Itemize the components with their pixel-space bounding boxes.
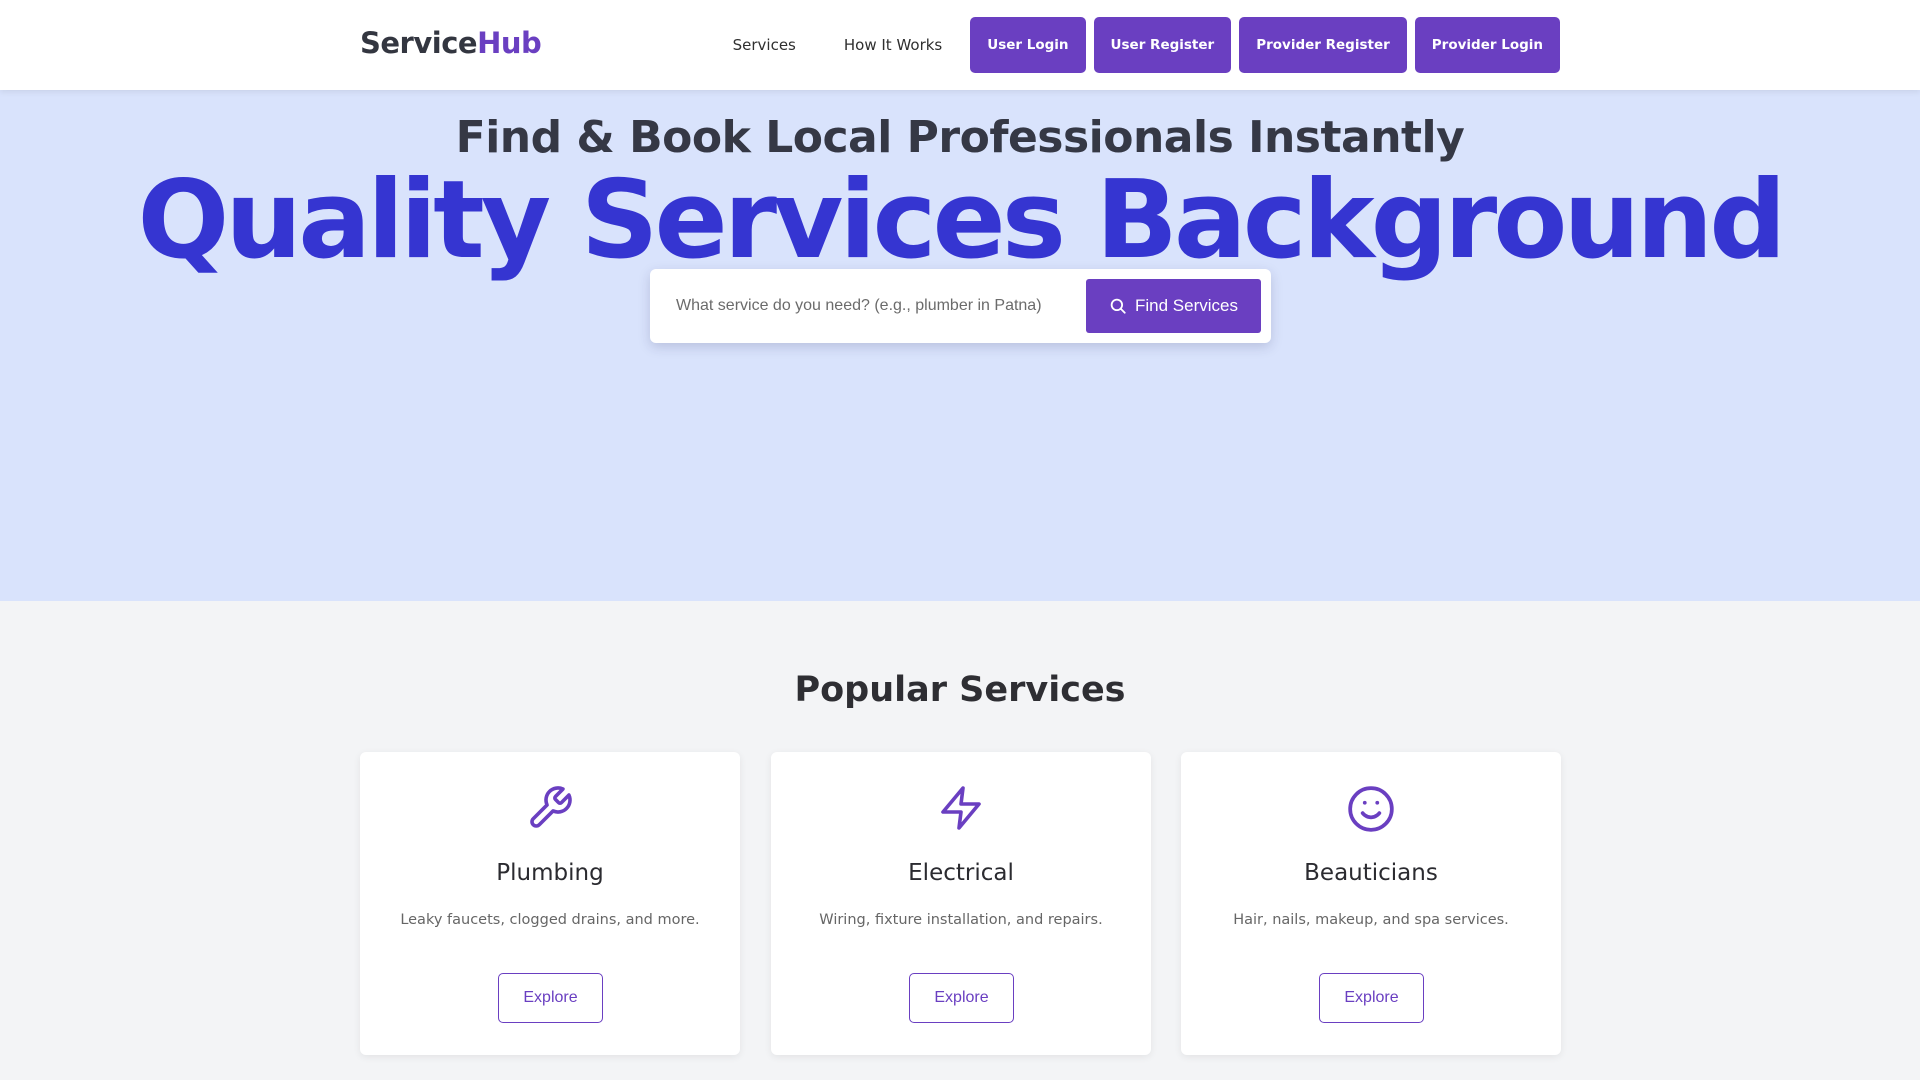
- hero-title: Quality Services Background: [137, 158, 1787, 283]
- provider-login-button[interactable]: Provider Login: [1414, 17, 1560, 73]
- service-card-plumbing: Plumbing Leaky faucets, clogged drains, …: [360, 752, 740, 1055]
- logo[interactable]: ServiceHub: [360, 26, 542, 60]
- logo-part-hub: Hub: [477, 26, 542, 60]
- nav-link-how-it-works[interactable]: How It Works: [824, 17, 962, 73]
- search-input[interactable]: [660, 279, 1080, 333]
- user-register-button[interactable]: User Register: [1093, 17, 1232, 73]
- card-description: Wiring, fixture installation, and repair…: [819, 912, 1103, 928]
- search-icon: [1110, 298, 1126, 314]
- explore-beauticians-button[interactable]: Explore: [1319, 973, 1424, 1023]
- find-services-label: Find Services: [1135, 296, 1238, 315]
- nav-link-services[interactable]: Services: [713, 17, 816, 73]
- provider-register-button[interactable]: Provider Register: [1239, 17, 1407, 73]
- popular-services-title: Popular Services: [794, 670, 1126, 710]
- main-nav: Services How It Works User Login User Re…: [713, 17, 1560, 73]
- service-card-beauticians: Beauticians Hair, nails, makeup, and spa…: [1181, 752, 1561, 1055]
- card-description: Leaky faucets, clogged drains, and more.: [400, 912, 700, 928]
- smiley-icon: [1348, 786, 1394, 832]
- explore-plumbing-button[interactable]: Explore: [498, 973, 603, 1023]
- lightning-icon: [941, 786, 981, 830]
- user-login-button[interactable]: User Login: [970, 17, 1086, 73]
- search-bar: Find Services: [650, 269, 1271, 343]
- hero-subtitle: Find & Book Local Professionals Instantl…: [455, 112, 1465, 163]
- hero-section: Find & Book Local Professionals Instantl…: [0, 90, 1920, 601]
- service-card-electrical: Electrical Wiring, fixture installation,…: [771, 752, 1151, 1055]
- card-description: Hair, nails, makeup, and spa services.: [1233, 912, 1509, 928]
- logo-part-service: Service: [360, 26, 478, 60]
- card-title: Beauticians: [1304, 860, 1438, 886]
- card-title: Plumbing: [496, 860, 604, 886]
- site-header: ServiceHub Services How It Works User Lo…: [0, 0, 1920, 90]
- card-title: Electrical: [908, 860, 1014, 886]
- wrench-icon: [530, 786, 572, 828]
- find-services-button[interactable]: Find Services: [1086, 279, 1261, 333]
- explore-electrical-button[interactable]: Explore: [909, 973, 1014, 1023]
